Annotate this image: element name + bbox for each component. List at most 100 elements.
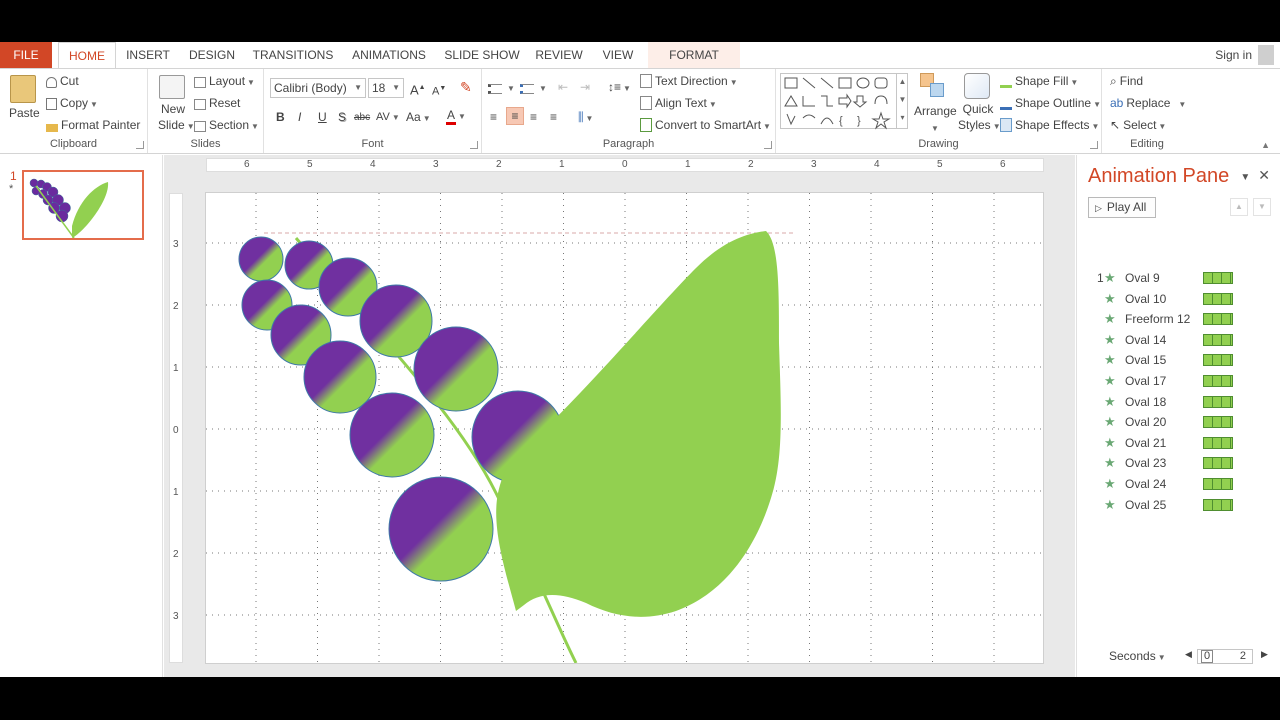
play-all-button[interactable]: ▷ Play All: [1088, 197, 1156, 218]
timing-bar[interactable]: [1203, 436, 1233, 449]
timeline-right-icon[interactable]: ▶: [1261, 649, 1268, 660]
increase-indent-icon[interactable]: ⇥: [580, 79, 590, 95]
animation-item[interactable]: ★ Oval 10: [1077, 289, 1280, 309]
animation-item[interactable]: ★ Freeform 12: [1077, 309, 1280, 329]
strikethrough-button[interactable]: abc: [354, 110, 370, 126]
timing-bar[interactable]: [1203, 457, 1233, 470]
sign-in-link[interactable]: Sign in: [1215, 42, 1252, 68]
animation-item[interactable]: ★ Oval 18: [1077, 392, 1280, 412]
reset-button[interactable]: Reset: [194, 95, 240, 111]
shape-effects-button[interactable]: Shape Effects ▼: [1000, 117, 1099, 135]
vertical-ruler[interactable]: 3 2 1 0 1 2 3: [169, 193, 183, 663]
text-direction-button[interactable]: Text Direction ▼: [640, 73, 738, 91]
animation-item[interactable]: ★ Oval 25: [1077, 495, 1280, 515]
tab-animations[interactable]: ANIMATIONS: [344, 42, 434, 68]
font-color-button[interactable]: A ▼: [446, 107, 466, 125]
font-launcher-icon[interactable]: [470, 141, 478, 149]
quick-styles-button[interactable]: Quick Styles ▼: [958, 101, 1001, 135]
bullets-button[interactable]: ▼: [488, 79, 515, 97]
shapes-gallery[interactable]: {}: [780, 73, 908, 130]
tab-design[interactable]: DESIGN: [182, 42, 242, 68]
align-right-icon[interactable]: ≡: [530, 109, 537, 125]
timing-bar[interactable]: [1203, 395, 1233, 408]
timing-bar[interactable]: [1203, 333, 1233, 346]
seconds-dropdown[interactable]: Seconds ▼: [1109, 649, 1166, 663]
timeline-scale[interactable]: 0 2: [1197, 649, 1253, 664]
copy-button[interactable]: Copy ▼: [46, 95, 98, 113]
timing-bar[interactable]: [1203, 375, 1233, 387]
animation-item[interactable]: ★ Oval 14: [1077, 330, 1280, 350]
slide-thumbnail-1[interactable]: [22, 170, 144, 240]
justify-icon[interactable]: ≡: [550, 109, 557, 125]
tab-slide-show[interactable]: SLIDE SHOW: [440, 42, 524, 68]
account-avatar[interactable]: [1258, 45, 1274, 65]
timing-bar[interactable]: [1203, 313, 1233, 326]
cut-button[interactable]: Cut: [46, 73, 79, 89]
effect-star-icon: ★: [1104, 373, 1116, 388]
horizontal-ruler[interactable]: 6 5 4 3 2 1 0 1 2 3 4 5 6: [206, 158, 1044, 172]
move-down-icon[interactable]: ▼: [1253, 198, 1271, 216]
timing-bar[interactable]: [1203, 354, 1233, 367]
tab-home[interactable]: HOME: [58, 42, 116, 69]
character-spacing-button[interactable]: AV ▼: [376, 109, 400, 126]
change-case-button[interactable]: Aa ▼: [406, 109, 431, 127]
animation-item[interactable]: ★ Oval 20: [1077, 412, 1280, 432]
grape-oval: [349, 392, 435, 478]
decrease-indent-icon[interactable]: ⇤: [558, 79, 568, 95]
move-up-icon[interactable]: ▲: [1230, 198, 1248, 216]
tab-review[interactable]: REVIEW: [530, 42, 588, 68]
select-button[interactable]: ↖ Select ▼: [1110, 117, 1166, 135]
tab-insert[interactable]: INSERT: [120, 42, 176, 68]
shapes-gallery-scroll[interactable]: ▲ ▼ ▾: [896, 73, 908, 129]
new-slide-button[interactable]: New Slide ▼: [158, 101, 195, 135]
arrange-button[interactable]: Arrange ▼: [914, 103, 957, 137]
paste-button[interactable]: Paste: [9, 105, 40, 121]
timeline-left-icon[interactable]: ◀: [1185, 649, 1192, 660]
tab-transitions[interactable]: TRANSITIONS: [248, 42, 338, 68]
shape-outline-button[interactable]: Shape Outline ▼: [1000, 95, 1101, 113]
italic-button[interactable]: I: [298, 109, 301, 125]
animation-item[interactable]: ★ Oval 17: [1077, 371, 1280, 391]
animation-item[interactable]: ★ Oval 21: [1077, 433, 1280, 453]
drawing-launcher-icon[interactable]: [1090, 141, 1098, 149]
replace-button[interactable]: ab Replace ▼: [1110, 95, 1186, 113]
font-family-select[interactable]: Calibri (Body) ▼: [270, 78, 366, 98]
animation-item[interactable]: ★ Oval 23: [1077, 453, 1280, 473]
find-button[interactable]: ⌕ Find: [1110, 73, 1143, 89]
pane-options-icon[interactable]: ▼: [1240, 172, 1250, 183]
timing-bar[interactable]: [1203, 292, 1233, 305]
shadow-button[interactable]: S: [338, 109, 346, 125]
align-left-icon[interactable]: ≡: [490, 109, 497, 125]
clear-formatting-icon[interactable]: ✎: [460, 79, 472, 95]
close-icon[interactable]: ✕: [1258, 167, 1270, 183]
shrink-font-button[interactable]: A▼: [432, 81, 446, 100]
layout-button[interactable]: Layout ▼: [194, 73, 255, 91]
underline-button[interactable]: U: [318, 109, 327, 125]
align-text-button[interactable]: Align Text ▼: [640, 95, 717, 113]
paragraph-launcher-icon[interactable]: [764, 141, 772, 149]
slide-canvas[interactable]: [205, 192, 1044, 664]
timing-bar[interactable]: [1203, 478, 1233, 490]
align-center-icon[interactable]: ≡: [506, 107, 524, 125]
collapse-ribbon-icon[interactable]: ▲: [1261, 137, 1270, 153]
line-spacing-button[interactable]: ↕≡ ▼: [608, 79, 631, 97]
section-button[interactable]: Section ▼: [194, 117, 259, 135]
tab-format[interactable]: FORMAT: [648, 42, 740, 68]
animation-item[interactable]: ★ Oval 15: [1077, 350, 1280, 370]
clipboard-launcher-icon[interactable]: [136, 141, 144, 149]
format-painter-button[interactable]: Format Painter: [46, 117, 140, 133]
tab-file[interactable]: FILE: [0, 42, 52, 68]
font-size-select[interactable]: 18 ▼: [368, 78, 404, 98]
numbering-button[interactable]: ▼: [520, 79, 547, 97]
grow-font-button[interactable]: A▲: [410, 80, 426, 98]
columns-button[interactable]: ⫼ ▼: [578, 109, 593, 127]
timing-bar[interactable]: [1203, 498, 1233, 511]
convert-smartart-button[interactable]: Convert to SmartArt ▼: [640, 117, 771, 135]
animation-item[interactable]: ★ Oval 24: [1077, 474, 1280, 494]
animation-item[interactable]: 1 ★ Oval 9: [1077, 268, 1280, 288]
tab-view[interactable]: VIEW: [594, 42, 642, 68]
shape-fill-button[interactable]: Shape Fill ▼: [1000, 73, 1078, 91]
timing-bar[interactable]: [1203, 272, 1233, 284]
bold-button[interactable]: B: [276, 109, 285, 125]
timing-bar[interactable]: [1203, 416, 1233, 429]
